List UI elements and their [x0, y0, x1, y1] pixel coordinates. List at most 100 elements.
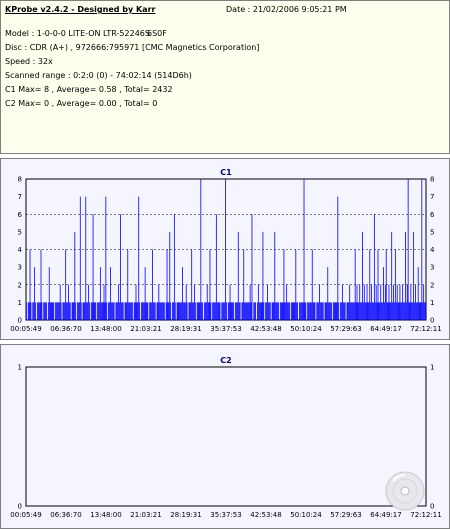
c1-bar [95, 302, 97, 321]
c1-bar [360, 302, 362, 321]
c1-bar [225, 179, 226, 320]
c1-bar [141, 302, 143, 321]
c1-bar [238, 302, 240, 321]
c1-bar [422, 302, 424, 321]
c1-bar [236, 302, 237, 321]
c1-ytick-right: 2 [430, 281, 434, 289]
c1-bar [229, 284, 231, 320]
c1-bar [53, 302, 55, 321]
c1-bar [45, 302, 46, 321]
c1-bar [169, 231, 171, 321]
c2-ytick-left: 1 [18, 364, 22, 372]
c1-bar [394, 249, 396, 320]
c1-bar [151, 302, 152, 321]
c1-bar [322, 302, 324, 321]
c1-bar [352, 302, 353, 321]
c1-xtick: 72:12:11 [410, 325, 441, 333]
c1-bar [414, 302, 415, 321]
c1-ytick-left: 2 [18, 281, 22, 289]
c1-bar [56, 302, 57, 321]
c1-bar [316, 302, 318, 321]
c1-ytick-left: 0 [18, 317, 22, 325]
c1-bar [176, 302, 178, 321]
c1-bar [262, 231, 264, 321]
c1-bar [41, 302, 43, 321]
c1-bar [355, 302, 357, 321]
c1-bar [172, 302, 173, 321]
c1-bar [421, 179, 423, 320]
c1-bar [391, 231, 393, 321]
c1-bar [423, 284, 425, 320]
c1-bar [216, 302, 218, 321]
c1-bar [338, 302, 340, 321]
c1-bar [47, 302, 49, 321]
c1-bar [362, 231, 363, 321]
c1-bar [90, 302, 92, 321]
c1-ytick-right: 3 [430, 264, 434, 272]
c2-plot-area [25, 366, 427, 507]
c1-bar [89, 302, 90, 321]
c1-bar [190, 302, 192, 321]
c1-bar [272, 302, 274, 321]
c1-bar [372, 302, 373, 321]
c1-bar [257, 302, 258, 321]
c1-bar [396, 284, 398, 320]
c1-bar [299, 302, 301, 321]
c1-bar [350, 302, 351, 321]
c1-bar [63, 302, 65, 321]
c1-bar [346, 302, 348, 321]
c1-bar [352, 302, 354, 321]
c1-bar [219, 302, 221, 321]
c1-bar [409, 302, 411, 321]
c1-bar [320, 302, 321, 321]
c1-ytick-right: 5 [430, 228, 434, 236]
c1-bar [293, 302, 295, 321]
c1-bar [286, 284, 288, 320]
c1-bar [314, 302, 316, 321]
c1-bar [285, 302, 287, 321]
c1-bar [413, 231, 415, 321]
c1-bar [136, 302, 138, 321]
c1-bar [29, 249, 31, 320]
c1-bar [397, 302, 399, 321]
c1-bar [194, 302, 196, 321]
c1-bar [57, 302, 58, 321]
c1-bar [253, 302, 255, 321]
c1-bar [304, 302, 306, 321]
c1-xtick: 50:10:24 [290, 325, 322, 333]
c1-bar [66, 302, 67, 321]
c1-bar [292, 302, 294, 321]
c1-bar [50, 302, 52, 321]
c1-bar [145, 302, 147, 321]
c1-bar [388, 284, 390, 320]
c1-bar [201, 302, 203, 321]
c1-bar [97, 302, 99, 321]
c1-bar [343, 302, 345, 321]
c1-bar [411, 302, 413, 321]
c1-bar [189, 302, 191, 321]
c1-bar [131, 302, 133, 321]
c1-ytick-right: 6 [430, 211, 435, 219]
c1-bar [178, 302, 180, 321]
c1-bar [186, 302, 188, 321]
c1-bar [88, 284, 89, 320]
c1-bar [309, 302, 310, 321]
c1-ytick-left: 5 [18, 228, 22, 236]
c1-bar [149, 302, 151, 321]
c1-bar [398, 302, 400, 321]
c1-bar [393, 284, 394, 320]
c1-bar [386, 302, 388, 321]
c1-bar [241, 302, 243, 321]
c1-bar [46, 302, 47, 321]
c1-bar [310, 302, 311, 321]
drive-firmware: 6S0F [147, 29, 167, 38]
c1-bar [408, 302, 410, 321]
c1-bar [180, 302, 182, 321]
c1-bar [71, 302, 73, 321]
c1-bar [271, 302, 273, 321]
c1-bar [353, 302, 355, 321]
c1-bar [329, 302, 330, 321]
c1-bar [141, 302, 142, 321]
c1-bar [246, 302, 247, 321]
c1-bar [133, 302, 135, 321]
